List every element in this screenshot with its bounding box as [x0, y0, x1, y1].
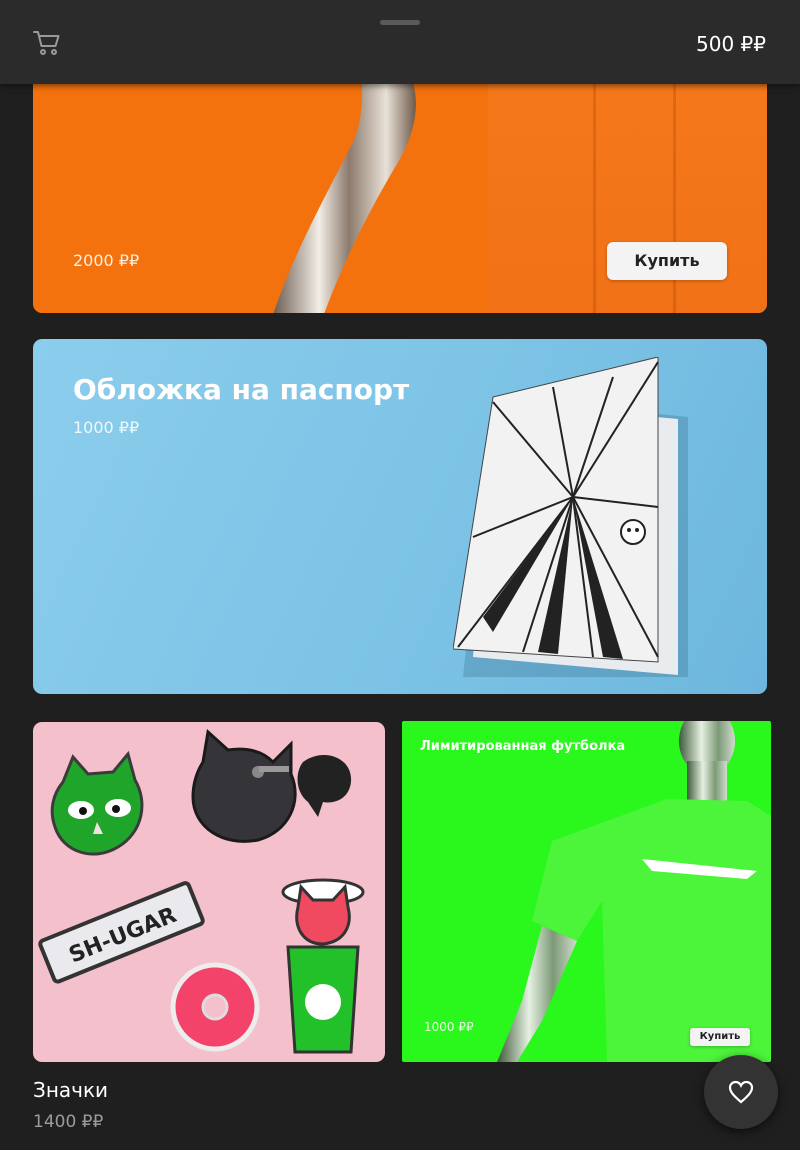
product-title: Обложка на паспорт	[73, 373, 410, 406]
product-card-pins[interactable]: SH-UGAR	[33, 722, 385, 1062]
favorite-button[interactable]	[704, 1055, 778, 1129]
buy-button[interactable]: Купить	[690, 1028, 750, 1046]
balance-amount: 500 ₽₽	[696, 32, 766, 56]
heart-icon	[728, 1080, 754, 1104]
buy-button[interactable]: Купить	[607, 242, 727, 280]
product-card-passport-cover[interactable]: Обложка на паспорт 1000 ₽₽	[33, 339, 767, 694]
green-tshirt-image	[497, 721, 771, 1062]
shirt-fold	[593, 84, 596, 313]
product-price: 2000 ₽₽	[73, 251, 140, 270]
product-price: 1400 ₽₽	[33, 1112, 104, 1132]
product-label: Лимитированная футболка	[420, 739, 626, 754]
product-price: 1000 ₽₽	[73, 418, 140, 437]
product-card-green-tee[interactable]: Лимитированная футболка 1000 ₽₽ Купить	[402, 721, 771, 1062]
chrome-arm-image	[273, 84, 416, 313]
top-bar: 500 ₽₽	[0, 0, 800, 84]
drag-handle[interactable]	[380, 20, 420, 25]
product-title: Значки	[33, 1078, 109, 1102]
product-card-orange-tee[interactable]: 2000 ₽₽ Купить	[33, 84, 767, 313]
passport-cover-image	[453, 357, 688, 677]
pins-image: SH-UGAR	[38, 729, 365, 1054]
cart-icon[interactable]	[32, 28, 62, 58]
product-price: 1000 ₽₽	[424, 1020, 474, 1034]
